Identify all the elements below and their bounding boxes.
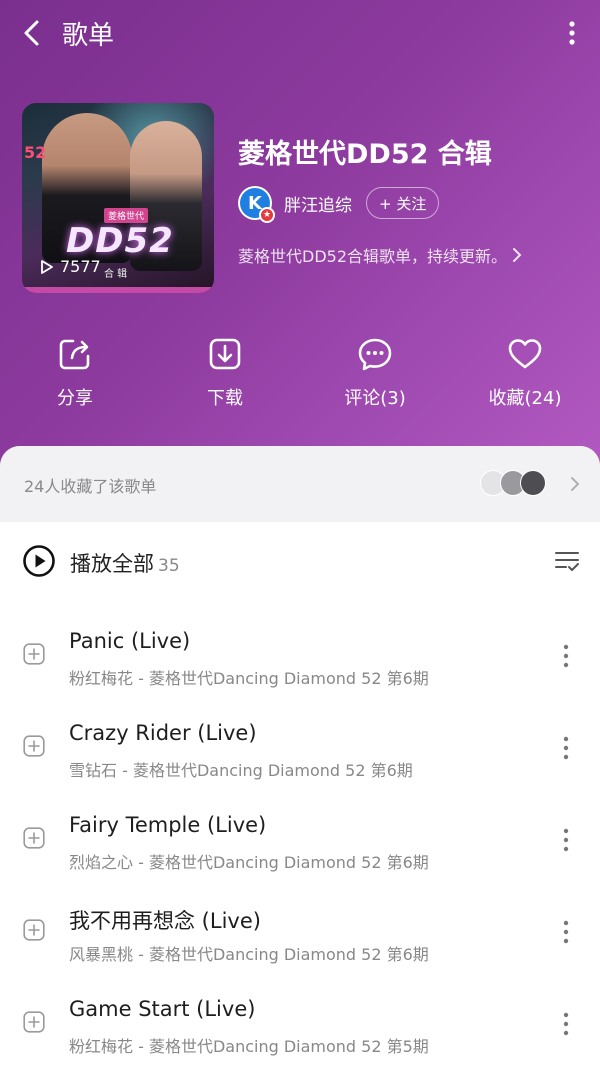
song-title: Panic (Live): [69, 629, 191, 653]
play-all-count: 35: [158, 556, 180, 576]
follow-button[interactable]: + 关注: [366, 187, 440, 219]
collectors-row[interactable]: 24人收藏了该歌单: [0, 446, 600, 522]
collectors-text: 24人收藏了该歌单: [24, 477, 157, 496]
playlist-title: 菱格世代DD52 合辑: [238, 139, 492, 170]
song-subtitle: 粉红梅花 - 菱格世代Dancing Diamond 52 第5期: [69, 1037, 429, 1056]
add-to-queue-icon[interactable]: [23, 1011, 45, 1033]
cover-bottom-strip: [22, 287, 214, 293]
add-to-queue-icon[interactable]: [23, 735, 45, 757]
share-icon: [59, 339, 90, 370]
download-icon: [209, 338, 241, 370]
collector-avatars: [480, 470, 550, 498]
song-row[interactable]: 我不用再想念 (Live) 风暴黑桃 - 菱格世代Dancing Diamond…: [0, 887, 600, 979]
download-label: 下载: [207, 388, 243, 409]
song-row[interactable]: Panic (Live) 粉红梅花 - 菱格世代Dancing Diamond …: [0, 611, 600, 703]
back-arrow-icon[interactable]: [18, 18, 48, 48]
song-title: Crazy Rider (Live): [69, 721, 257, 745]
song-subtitle: 风暴黑桃 - 菱格世代Dancing Diamond 52 第6期: [69, 945, 429, 964]
song-row[interactable]: Crazy Rider (Live) 雪钻石 - 菱格世代Dancing Dia…: [0, 703, 600, 795]
multi-select-icon[interactable]: [554, 548, 580, 574]
heart-icon: [508, 339, 542, 369]
cover-subtext: 合 辑: [104, 269, 128, 280]
collect-button[interactable]: 收藏(24): [450, 336, 600, 410]
download-button[interactable]: 下载: [150, 336, 300, 410]
avatar: [520, 470, 546, 496]
play-all-label: 播放全部 35: [70, 548, 180, 578]
play-count-icon: [41, 259, 53, 274]
song-title: Game Start (Live): [69, 997, 256, 1021]
more-options-icon[interactable]: [562, 827, 570, 853]
page-title: 歌单: [62, 21, 115, 51]
verified-badge-icon: ★: [259, 207, 275, 223]
creator-avatar[interactable]: K ★: [238, 186, 275, 223]
comment-label: 评论(3): [344, 388, 406, 409]
chevron-right-icon: [513, 248, 522, 262]
add-to-queue-icon[interactable]: [23, 919, 45, 941]
more-options-icon[interactable]: [560, 18, 584, 48]
play-all-row[interactable]: 播放全部 35: [0, 538, 600, 584]
creator-name[interactable]: 胖汪追综: [284, 191, 352, 216]
more-options-icon[interactable]: [562, 919, 570, 945]
top-bar: 歌单: [0, 0, 600, 66]
collect-label: 收藏(24): [488, 388, 562, 409]
more-options-icon[interactable]: [562, 643, 570, 669]
comment-button[interactable]: 评论(3): [300, 336, 450, 410]
song-subtitle: 雪钻石 - 菱格世代Dancing Diamond 52 第6期: [69, 761, 413, 780]
play-count: 7577: [40, 257, 101, 276]
song-list-sheet: 24人收藏了该歌单 播放全部 35 Panic (Live) 粉红梅花 - 菱格世…: [0, 446, 600, 1068]
play-count-value: 7577: [60, 257, 101, 276]
playlist-description[interactable]: 菱格世代DD52合辑歌单，持续更新。: [238, 243, 523, 267]
more-options-icon[interactable]: [562, 735, 570, 761]
song-title: 我不用再想念 (Live): [69, 909, 261, 933]
chevron-right-icon: [571, 477, 580, 491]
song-title: Fairy Temple (Live): [69, 813, 267, 837]
song-subtitle: 烈焰之心 - 菱格世代Dancing Diamond 52 第6期: [69, 853, 429, 872]
cover-side-text: 52: [24, 143, 47, 162]
playlist-header: 歌单 52 菱格世代 DD52 合 辑 7577 菱格世代DD52 合辑 K ★…: [0, 0, 600, 470]
creator-row: K ★ 胖汪追综 + 关注: [238, 186, 440, 223]
cover-logo: DD52: [66, 221, 174, 261]
song-subtitle: 粉红梅花 - 菱格世代Dancing Diamond 52 第6期: [69, 669, 429, 688]
action-bar: 分享 下载 评论(3) 收藏(24): [0, 336, 600, 416]
more-options-icon[interactable]: [562, 1011, 570, 1037]
comment-icon: [358, 338, 392, 371]
add-to-queue-icon[interactable]: [23, 827, 45, 849]
song-row[interactable]: Game Start (Live) 粉红梅花 - 菱格世代Dancing Dia…: [0, 979, 600, 1068]
play-all-text: 播放全部: [70, 552, 154, 576]
playlist-cover[interactable]: 52 菱格世代 DD52 合 辑 7577: [22, 103, 214, 293]
add-to-queue-icon[interactable]: [23, 643, 45, 665]
share-label: 分享: [57, 388, 93, 409]
playlist-description-text: 菱格世代DD52合辑歌单，持续更新。: [238, 247, 508, 266]
play-all-icon[interactable]: [22, 544, 56, 578]
share-button[interactable]: 分享: [0, 336, 150, 410]
song-row[interactable]: Fairy Temple (Live) 烈焰之心 - 菱格世代Dancing D…: [0, 795, 600, 887]
